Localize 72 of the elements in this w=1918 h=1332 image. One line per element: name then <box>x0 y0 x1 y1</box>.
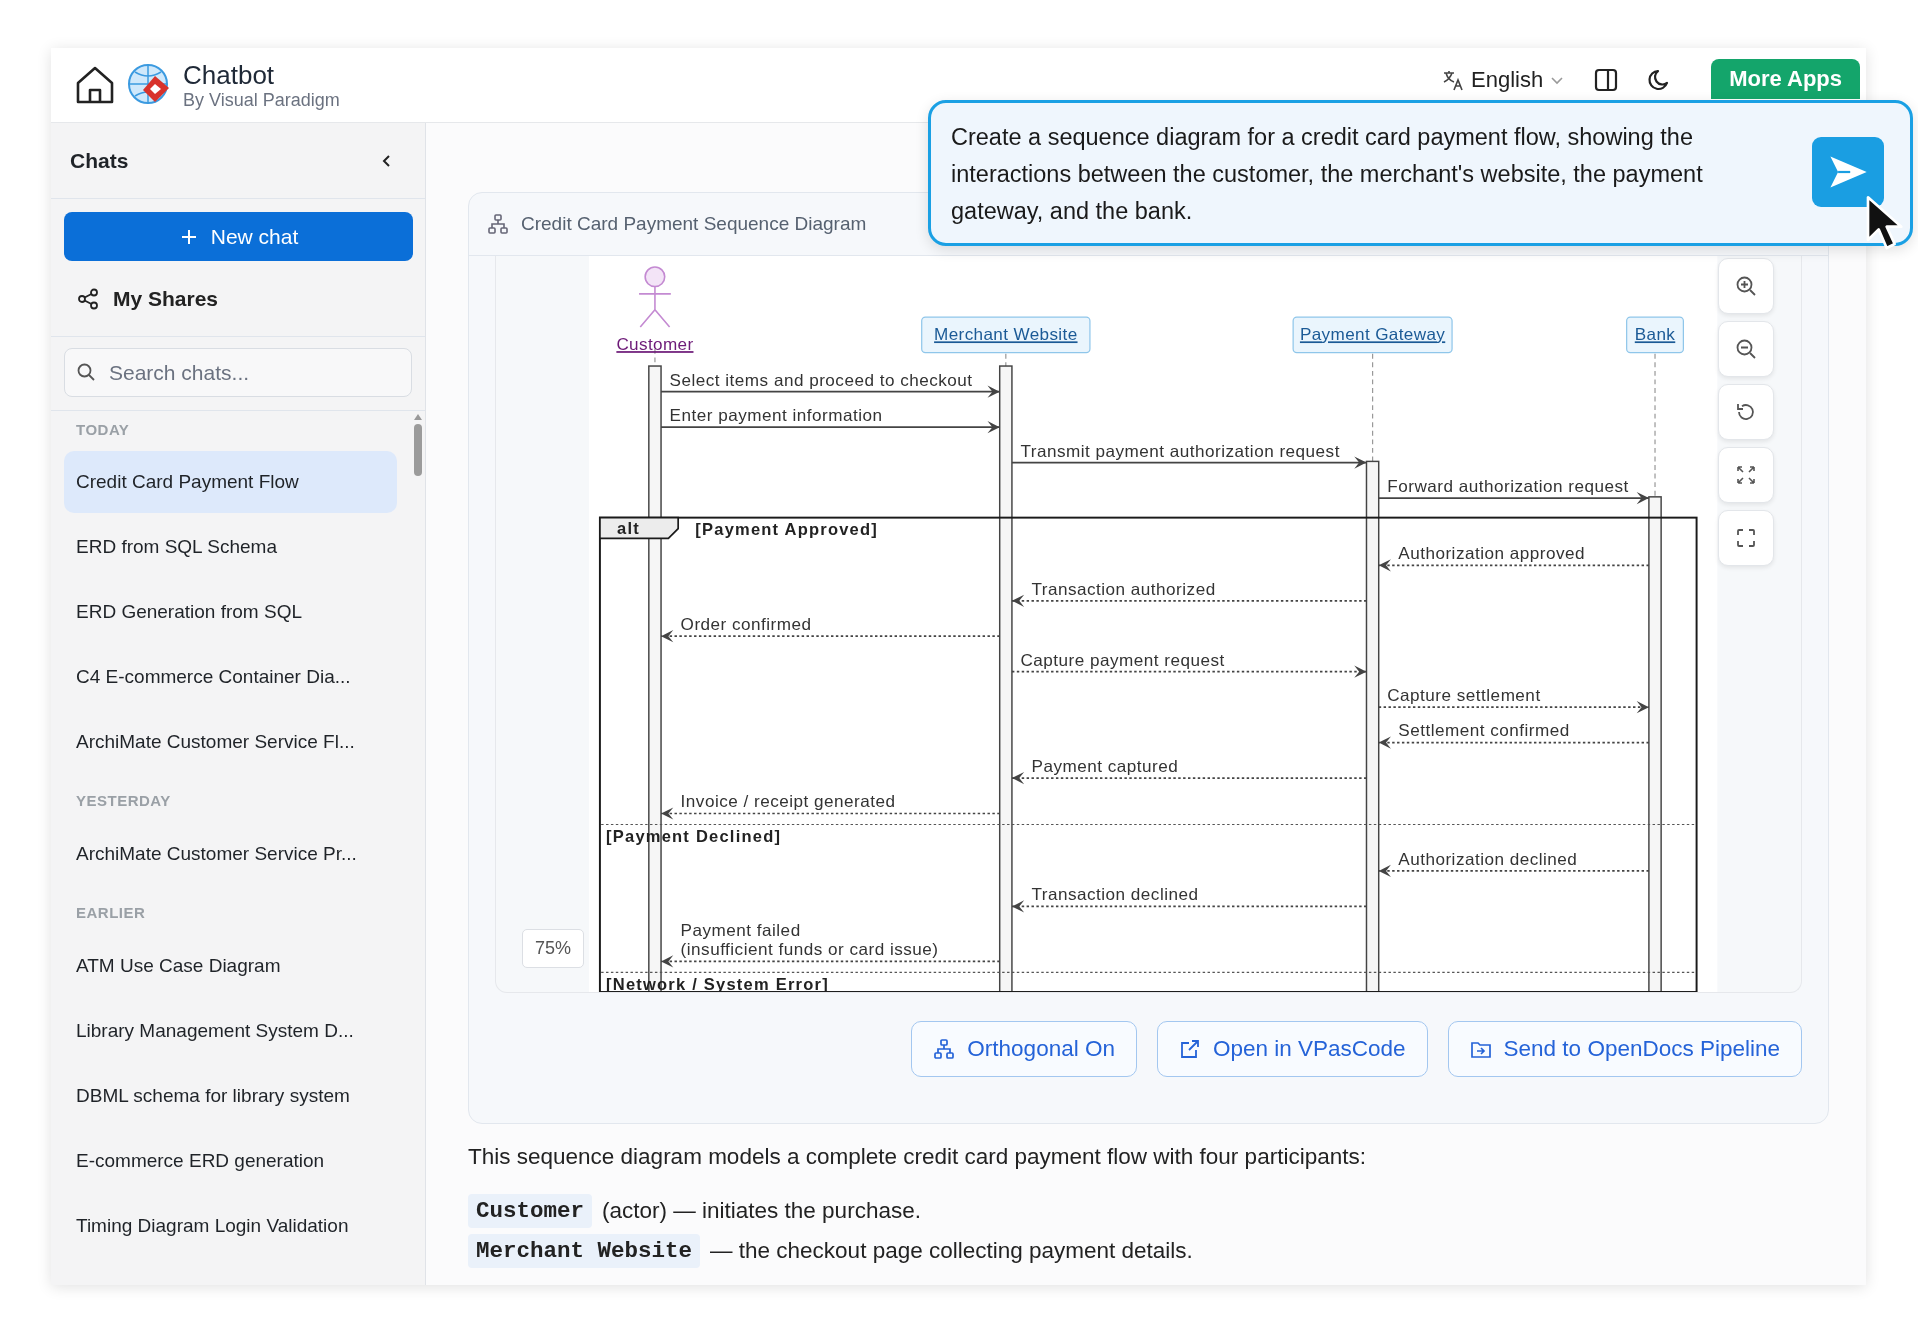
chat-history-item[interactable]: C4 E-commerce Container Dia... <box>64 646 397 708</box>
zoom-level: 75% <box>522 929 585 968</box>
language-selector[interactable]: English <box>1441 66 1566 93</box>
message-label: Settlement confirmed <box>1398 721 1570 741</box>
zoom-out-icon <box>1734 337 1758 361</box>
inline-code: Customer <box>468 1194 593 1228</box>
panel-icon[interactable] <box>1593 66 1620 93</box>
group-label: EARLIER <box>75 903 147 923</box>
participant-box <box>1626 316 1684 354</box>
message-label: Capture payment request <box>1020 650 1225 670</box>
fullscreen-icon <box>1734 526 1758 550</box>
send-button[interactable] <box>1812 137 1884 207</box>
search-icon <box>76 362 96 382</box>
reset-button[interactable] <box>1718 384 1774 440</box>
group-label: TODAY <box>75 420 131 440</box>
message-label: Transaction authorized <box>1031 579 1216 599</box>
inline-code: Merchant Website <box>468 1234 701 1268</box>
chat-history-item[interactable]: Timing Diagram Login Validation <box>64 1195 397 1257</box>
zoom-in-button[interactable] <box>1718 258 1774 314</box>
fullscreen-button[interactable] <box>1718 510 1774 566</box>
message-label: Select items and proceed to checkout <box>669 370 973 390</box>
participant-label: Customer <box>616 335 694 355</box>
external-link-icon <box>1178 1038 1201 1060</box>
fit-button[interactable] <box>1718 447 1774 503</box>
participant-label: Payment Gateway <box>1299 325 1446 345</box>
message-label: Forward authorization request <box>1387 476 1629 496</box>
description-paragraph: This sequence diagram models a complete credit card payment flow with four participants: <box>468 1144 1367 1170</box>
my-shares-link[interactable]: My Shares <box>51 261 425 337</box>
description-text: — the checkout page collecting payment details. <box>710 1238 1193 1264</box>
new-chat-button[interactable]: New chat <box>64 212 413 261</box>
chat-history-item[interactable]: ArchiMate Customer Service Pr... <box>64 823 397 885</box>
message-label: Payment captured <box>1031 756 1179 776</box>
zoom-out-button[interactable] <box>1718 321 1774 377</box>
chat-history-item[interactable]: Library Management System D... <box>64 1000 397 1062</box>
prompt-text: Create a sequence diagram for a credit card payment flow, showing the interactions between the customer, the merchant's website, the payment gateway, and the bank. <box>951 123 1704 226</box>
diagram-icon <box>487 213 509 235</box>
fit-icon <box>1734 463 1758 487</box>
message-label: Authorization approved <box>1398 544 1585 564</box>
chat-history-item[interactable]: Credit Card Payment Flow <box>64 451 397 513</box>
fragment-operator: alt <box>617 518 640 537</box>
chat-history-item[interactable]: ArchiMate Customer Service Fl... <box>64 711 397 773</box>
hierarchy-icon <box>933 1038 956 1060</box>
action-button[interactable]: Open in VPasCode <box>1156 1021 1428 1077</box>
diagram-title: Credit Card Payment Sequence Diagram <box>521 213 867 235</box>
app-subtitle: By Visual Paradigm <box>183 89 340 111</box>
participant-label: Bank <box>1634 325 1676 345</box>
zoom-in-icon <box>1734 274 1758 298</box>
search-field[interactable]: Search chats... <box>64 348 412 397</box>
message-label: Transaction declined <box>1031 885 1199 905</box>
message-label: Transmit payment authorization request <box>1020 441 1340 461</box>
chat-history-item[interactable]: E-commerce ERD generation <box>64 1130 397 1192</box>
actor-icon <box>638 266 672 328</box>
message-label: Order confirmed <box>680 615 812 635</box>
action-button[interactable]: Send to OpenDocs Pipeline <box>1447 1021 1802 1077</box>
app-title: Chatbot <box>183 59 276 90</box>
group-label: YESTERDAY <box>75 791 172 811</box>
participant-label: Merchant Website <box>934 325 1078 345</box>
message-label: Invoice / receipt generated <box>680 792 896 812</box>
share-icon <box>77 287 99 310</box>
description-text: (actor) — initiates the purchase. <box>602 1198 921 1224</box>
action-button[interactable]: Orthogonal On <box>911 1021 1137 1077</box>
chat-history-item[interactable]: ATM Use Case Diagram <box>64 935 397 997</box>
chat-history-item[interactable]: ERD Generation from SQL <box>64 581 397 643</box>
message-label: Payment failed (insufficient funds or card issue) <box>680 920 939 960</box>
message-label: Authorization declined <box>1398 849 1578 869</box>
lifeline <box>1005 353 1007 367</box>
chat-history-item[interactable]: DBML schema for library system <box>64 1065 397 1127</box>
sidebar-title: Chats <box>70 148 129 173</box>
message-label: Enter payment information <box>669 406 883 426</box>
message-label: Capture settlement <box>1387 686 1541 705</box>
chat-history-item[interactable]: ERD from SQL Schema <box>64 516 397 578</box>
guard-condition: [Payment Approved] <box>695 519 879 538</box>
